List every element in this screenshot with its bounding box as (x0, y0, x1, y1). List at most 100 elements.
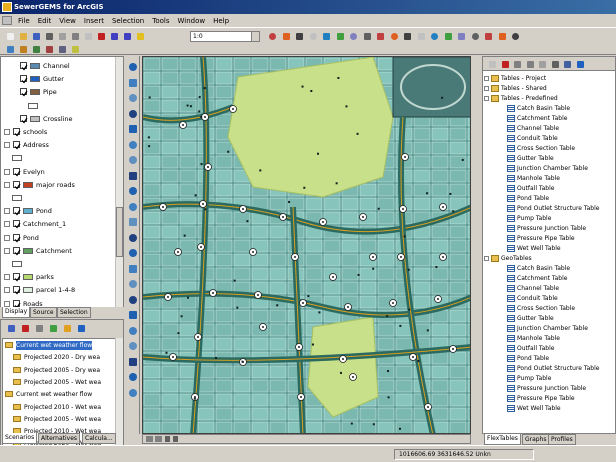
tool-6-button[interactable] (69, 43, 80, 54)
flextable-item[interactable]: Pump Table (483, 214, 611, 224)
zoom-in-button[interactable] (361, 30, 372, 41)
expand-icon[interactable] (484, 76, 489, 81)
flextable-item[interactable]: Pressure Pipe Table (483, 234, 611, 244)
scenario-item[interactable]: Projected 2005 - Dry wea (3, 366, 121, 375)
toc-layer-item[interactable]: parcel 1-4-8 (1, 284, 116, 296)
map-view[interactable] (142, 56, 471, 434)
flextable-item[interactable]: Catchment Table (483, 274, 611, 284)
expand-icon[interactable] (4, 208, 10, 215)
tab-source[interactable]: Source (30, 307, 57, 318)
pump-tool-button[interactable] (128, 186, 138, 196)
help-tool-button[interactable] (128, 388, 138, 398)
compute-tool-button[interactable] (128, 279, 138, 289)
expand-icon[interactable] (4, 287, 10, 294)
tool-1-button[interactable] (4, 43, 15, 54)
expand-icon[interactable] (4, 142, 10, 149)
expand-icon[interactable] (4, 247, 10, 254)
toc-scrollbar[interactable] (115, 57, 123, 317)
layer-visibility-checkbox[interactable] (20, 88, 28, 97)
help-button[interactable] (509, 30, 520, 41)
menu-view[interactable]: View (55, 14, 80, 28)
expand-icon[interactable] (4, 234, 10, 241)
flextable-folder[interactable]: GeoTables (483, 254, 611, 264)
expand-icon[interactable] (4, 129, 10, 135)
globe-icon[interactable] (146, 436, 153, 442)
cross-section-tool-button[interactable] (128, 264, 138, 274)
options-tool-button[interactable] (128, 341, 138, 351)
copy-button[interactable] (69, 30, 80, 41)
flextable-tool-button[interactable] (128, 295, 138, 305)
flextable-item[interactable]: Pressure Junction Table (483, 224, 611, 234)
refresh-icon[interactable] (165, 436, 170, 442)
rename-button[interactable] (511, 58, 522, 69)
profile-tool-button[interactable] (128, 310, 138, 320)
tab-alternatives[interactable]: Alternatives (38, 433, 81, 444)
tab-display[interactable]: Display (2, 307, 31, 318)
report-tool-button[interactable] (128, 357, 138, 367)
toc-layer-item[interactable]: Crossline (1, 113, 116, 125)
identify-button[interactable] (455, 30, 466, 41)
toc-layer-item[interactable]: major roads (1, 179, 116, 191)
select-button[interactable] (442, 30, 453, 41)
toc-layer-item[interactable] (1, 152, 116, 164)
legend-tool-button[interactable] (128, 372, 138, 382)
expand-icon[interactable] (4, 181, 10, 188)
layer-visibility-checkbox[interactable] (13, 220, 21, 229)
flextable-folder[interactable]: Tables - Predefined (483, 94, 611, 104)
flextable-item[interactable]: Outfall Table (483, 184, 611, 194)
delete-button[interactable] (499, 58, 510, 69)
layer-visibility-checkbox[interactable] (13, 141, 21, 150)
flextable-item[interactable]: Wet Well Table (483, 244, 611, 254)
toc-layer-item[interactable] (1, 192, 116, 204)
layer-visibility-checkbox[interactable] (20, 114, 28, 124)
toc-layer-item[interactable]: Gutter (1, 73, 116, 85)
make-current-button[interactable] (61, 322, 72, 333)
toc-layer-item[interactable]: Evelyn (1, 166, 116, 178)
help-button[interactable] (75, 322, 86, 333)
tab-flextables[interactable]: FlexTables (484, 434, 521, 445)
rename-button[interactable] (33, 322, 44, 333)
catalog-button[interactable] (320, 30, 331, 41)
expand-icon[interactable] (4, 221, 10, 228)
add-data-button[interactable] (134, 30, 145, 41)
new-scenario-button[interactable] (5, 322, 16, 333)
flextable-item[interactable]: Outfall Table (483, 344, 611, 354)
zoom-out-button[interactable] (374, 30, 385, 41)
tab-calculation-options[interactable]: Calcula... (82, 433, 116, 444)
flextable-folder[interactable]: Tables - Project (483, 74, 611, 84)
flextable-item[interactable]: Channel Table (483, 124, 611, 134)
layer-visibility-checkbox[interactable] (13, 273, 21, 282)
map-canvas[interactable] (143, 57, 471, 434)
toc-layer-item[interactable]: parks (1, 271, 116, 283)
hyperlink-button[interactable] (496, 30, 507, 41)
toc-layer-item[interactable]: Catchment_1 (1, 218, 116, 230)
layer-button[interactable] (347, 30, 358, 41)
pond-tool-button[interactable] (128, 171, 138, 181)
toc-layer-item[interactable]: Channel (1, 60, 116, 72)
flextable-item[interactable]: Gutter Table (483, 314, 611, 324)
tool-5-button[interactable] (56, 43, 67, 54)
expand-icon[interactable] (4, 274, 10, 281)
graph-tool-button[interactable] (128, 326, 138, 336)
whats-this-button[interactable] (334, 30, 345, 41)
tool-2-button[interactable] (17, 43, 28, 54)
flextable-item[interactable]: Pressure Junction Table (483, 384, 611, 394)
refresh-button[interactable] (549, 58, 560, 69)
expand-icon[interactable] (484, 256, 489, 261)
toc-layer-item[interactable]: Pond (1, 205, 116, 217)
tool-3-button[interactable] (30, 43, 41, 54)
menu-selection[interactable]: Selection (108, 14, 148, 28)
tool-4-button[interactable] (43, 43, 54, 54)
back-button[interactable] (415, 30, 426, 41)
tab-selection[interactable]: Selection (57, 307, 91, 318)
expand-icon[interactable] (484, 96, 489, 101)
menu-help[interactable]: Help (209, 14, 233, 28)
model-button[interactable] (307, 30, 318, 41)
catch-basin-tool-button[interactable] (128, 248, 138, 258)
flextable-item[interactable]: Conduit Table (483, 134, 611, 144)
tab-scenarios[interactable]: Scenarios (2, 433, 38, 444)
flextable-item[interactable]: Manhole Table (483, 174, 611, 184)
flextable-item[interactable]: Junction Chamber Table (483, 324, 611, 334)
compute-button[interactable] (47, 322, 58, 333)
properties-button[interactable] (561, 58, 572, 69)
